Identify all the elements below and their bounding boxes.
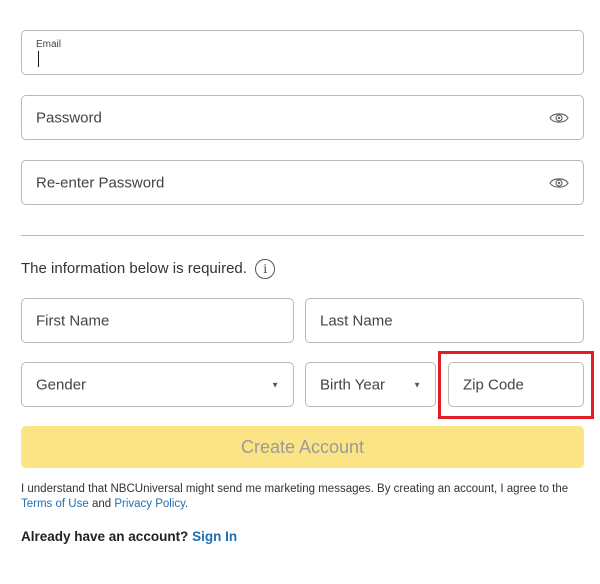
required-note-text: The information below is required. <box>21 259 247 277</box>
section-divider <box>21 235 584 236</box>
terms-of-use-link[interactable]: Terms of Use <box>21 498 89 510</box>
last-name-placeholder: Last Name <box>320 312 393 329</box>
create-account-button[interactable]: Create Account <box>21 426 584 468</box>
legal-notice: I understand that NBCUniversal might sen… <box>21 482 591 512</box>
required-note: The information below is required. i <box>21 259 276 279</box>
text-cursor <box>38 51 39 67</box>
first-name-field[interactable]: First Name <box>21 298 294 343</box>
birth-year-select[interactable]: Birth Year ▼ <box>305 362 436 407</box>
email-label: Email <box>36 39 62 50</box>
gender-select[interactable]: Gender ▼ <box>21 362 294 407</box>
gender-placeholder: Gender <box>36 376 87 393</box>
sign-in-link[interactable]: Sign In <box>192 529 237 544</box>
birth-year-placeholder: Birth Year <box>320 376 386 393</box>
legal-and: and <box>88 498 115 510</box>
privacy-policy-link[interactable]: Privacy Policy <box>114 498 185 510</box>
eye-icon[interactable] <box>549 111 569 125</box>
zip-code-highlight <box>438 351 594 419</box>
password-field[interactable]: Password <box>21 95 584 140</box>
signin-prompt-text: Already have an account? <box>21 529 189 544</box>
last-name-field[interactable]: Last Name <box>305 298 584 343</box>
legal-text: I understand that NBCUniversal might sen… <box>21 483 569 495</box>
legal-period: . <box>185 498 189 510</box>
info-icon[interactable]: i <box>255 259 276 279</box>
chevron-down-icon: ▼ <box>271 380 279 389</box>
eye-icon[interactable] <box>549 176 569 190</box>
email-field[interactable]: Email <box>21 30 584 75</box>
first-name-placeholder: First Name <box>36 312 110 329</box>
reenter-password-placeholder: Re-enter Password <box>36 174 165 191</box>
password-placeholder: Password <box>36 109 102 126</box>
reenter-password-field[interactable]: Re-enter Password <box>21 160 584 205</box>
chevron-down-icon: ▼ <box>413 380 421 389</box>
signin-prompt: Already have an account? Sign In <box>21 529 237 544</box>
